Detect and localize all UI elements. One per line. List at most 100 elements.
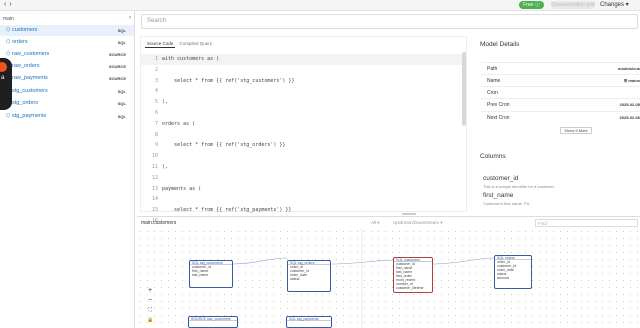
chevron-right-icon[interactable]: › bbox=[129, 15, 131, 21]
line-number: 8 bbox=[154, 131, 158, 138]
sidebar-item[interactable]: ⬡raw_paymentsSOURCE bbox=[0, 73, 134, 84]
detail-row: Cron bbox=[481, 86, 640, 98]
free-button[interactable]: Free ⓘ bbox=[519, 1, 544, 9]
node-column: amount bbox=[497, 276, 509, 280]
editor-scrollbar[interactable] bbox=[462, 52, 466, 126]
line-number: 3 bbox=[154, 77, 158, 84]
detail-row: Next Cron 2025-02-06 bbox=[481, 111, 640, 123]
code-line: 14 bbox=[141, 194, 463, 205]
code-text: select * from {{ ref('stg_orders') }} bbox=[162, 142, 286, 149]
sidebar-item[interactable]: ⬡ stg_payments SQL bbox=[0, 111, 134, 122]
sidebar-item-label: stg_orders bbox=[12, 100, 38, 106]
lineage-node[interactable]: SQL stg_customers customer_id first_name la… bbox=[189, 260, 233, 288]
column-name: first_name bbox=[483, 192, 514, 199]
line-number: 9 bbox=[154, 142, 158, 149]
model-icon: ⬡ bbox=[6, 39, 11, 45]
lineage-node[interactable]: SQL orders order_id customer_id order_date s… bbox=[494, 255, 532, 289]
sidebar-item[interactable]: ⬡raw_ordersSOURCE bbox=[0, 61, 134, 72]
line-number: 1 bbox=[154, 56, 158, 62]
code-text: payments as ( bbox=[162, 185, 202, 192]
code-line: 11), bbox=[141, 162, 463, 173]
resize-handle[interactable] bbox=[402, 213, 416, 215]
sidebar-item-label: raw_customers bbox=[12, 51, 50, 57]
model-type-tag: SOURCE bbox=[108, 64, 126, 69]
zoom-in-icon[interactable]: + bbox=[147, 287, 153, 294]
sidebar-item[interactable]: ⬡stg_customersSQL bbox=[0, 86, 134, 97]
line-number: 6 bbox=[154, 109, 158, 116]
forward-icon[interactable]: › bbox=[9, 1, 14, 8]
node-column: customer_lifetime bbox=[396, 286, 424, 290]
model-type-tag: SQL bbox=[117, 89, 126, 94]
detail-row: Prev Cron 2025-02-05 bbox=[481, 98, 640, 110]
zoom-out-icon[interactable]: − bbox=[147, 297, 153, 304]
tab-compiled-query[interactable]: Compiled Query bbox=[178, 40, 215, 47]
detail-key: Prev Cron bbox=[487, 102, 510, 108]
sidebar-item[interactable]: ⬡stg_ordersSQL bbox=[0, 98, 134, 109]
code-text: ), bbox=[162, 163, 169, 170]
lock-icon[interactable]: 🔒 bbox=[147, 317, 153, 324]
tab-source-code[interactable]: Source Code bbox=[145, 40, 176, 48]
top-bar: ‹› Free ⓘ Documentation grid Changes ▾ bbox=[0, 0, 640, 11]
code-line: 7 orders as ( bbox=[141, 119, 463, 130]
search-input[interactable]: Search bbox=[141, 14, 638, 29]
code-line: 12 bbox=[141, 173, 463, 184]
detail-key: Next Cron bbox=[487, 115, 510, 121]
lineage-node[interactable]: SQL stg_payments bbox=[286, 316, 332, 328]
line-number: 12 bbox=[151, 174, 158, 181]
line-number: 2 bbox=[154, 66, 158, 73]
detail-value: 2025-02-05 bbox=[619, 102, 640, 107]
code-text: ), bbox=[162, 99, 169, 106]
lineage-node[interactable]: SQL customers customer_id first_name last_n… bbox=[393, 257, 433, 293]
code-line: 5), bbox=[141, 97, 463, 108]
sidebar-item-label: stg_customers bbox=[12, 88, 48, 94]
find-input[interactable]: Find bbox=[535, 219, 638, 227]
show-more-button[interactable]: Show 5 More bbox=[560, 127, 592, 134]
floating-badge[interactable]: a bbox=[0, 58, 12, 110]
nav-arrows: ‹› bbox=[4, 0, 15, 10]
line-number: 13 bbox=[151, 185, 158, 192]
node-column: last_name bbox=[192, 273, 209, 277]
detail-value: 2025-02-06 bbox=[619, 115, 640, 120]
detail-row: Name ☰ mains bbox=[481, 74, 640, 86]
sidebar-item[interactable]: ⬡ orders SQL bbox=[0, 37, 134, 48]
sidebar-item[interactable]: ⬡ raw_customers SOURCE bbox=[0, 49, 134, 60]
line-number: 11 bbox=[151, 163, 158, 170]
model-type-tag: SQL bbox=[117, 40, 126, 45]
sidebar-item-label: raw_orders bbox=[12, 63, 40, 69]
code-text: select * from {{ ref('stg_payments') }} bbox=[162, 207, 292, 214]
code-editor[interactable]: Source Code Compiled Query 1 with custome… bbox=[140, 36, 467, 289]
code-line: 3 select * from {{ ref('stg_customers') … bbox=[141, 76, 463, 87]
code-text: select * from {{ ref('stg_customers') }} bbox=[162, 77, 295, 84]
code-line: 9 select * from {{ ref('stg_orders') }} bbox=[141, 140, 463, 151]
badge-dot-icon bbox=[0, 62, 7, 72]
line-number: 5 bbox=[154, 99, 158, 106]
line-number: 4 bbox=[154, 88, 158, 95]
line-number: 15 bbox=[151, 207, 158, 214]
lineage-node[interactable]: SOURCE raw_customers bbox=[188, 316, 238, 328]
column-name: customer_id bbox=[483, 175, 519, 182]
line-number: 7 bbox=[154, 120, 158, 127]
code-line: 2 bbox=[141, 65, 463, 76]
code-text: orders as ( bbox=[162, 120, 196, 127]
model-type-tag: SQL bbox=[117, 101, 126, 106]
sidebar-item-label: stg_payments bbox=[12, 113, 47, 119]
lineage-node[interactable]: SQL stg_orders order_id customer_id order_d… bbox=[287, 260, 331, 292]
code-line: 10 bbox=[141, 151, 463, 162]
sidebar-item-label: customers bbox=[12, 27, 38, 33]
sidebar-item-label: orders bbox=[12, 39, 28, 45]
code-line: 13 payments as ( bbox=[141, 184, 463, 195]
fit-view-icon[interactable]: ⛶ bbox=[147, 307, 153, 314]
code-line: 8 bbox=[141, 130, 463, 141]
documentation-button[interactable]: Documentation grid bbox=[551, 1, 595, 9]
code-line: 4 bbox=[141, 86, 463, 97]
model-icon: ⬡ bbox=[6, 113, 11, 119]
editor-tabs: Source Code Compiled Query bbox=[145, 40, 215, 48]
line-number: 14 bbox=[151, 196, 158, 203]
node-column: status bbox=[290, 277, 300, 281]
detail-row: Path models/cus bbox=[481, 62, 640, 74]
model-type-tag: SOURCE bbox=[108, 52, 126, 57]
sidebar-item[interactable]: ⬡ customers SQL bbox=[0, 25, 134, 36]
changes-dropdown[interactable]: Changes ▾ bbox=[600, 1, 629, 9]
code-line: 1 with customers as ( bbox=[141, 54, 463, 65]
branch-name[interactable]: main bbox=[3, 16, 14, 22]
